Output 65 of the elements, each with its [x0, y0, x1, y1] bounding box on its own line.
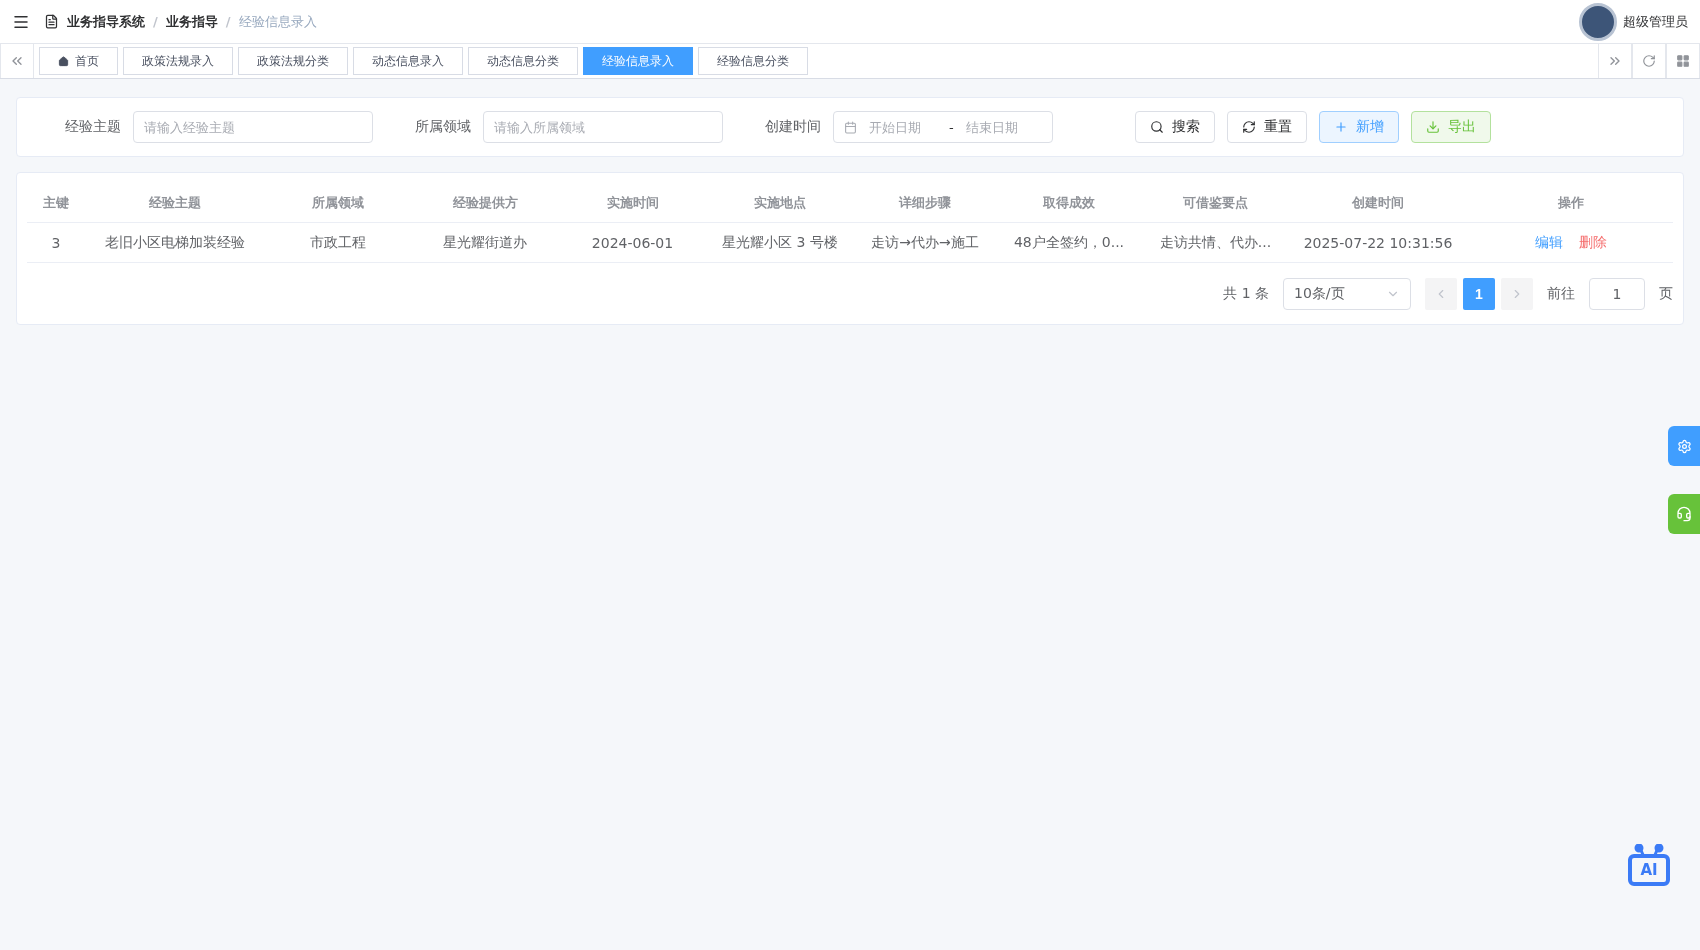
page-tab[interactable]: 动态信息录入 [353, 47, 463, 75]
table-cell: 2025-07-22 10:31:56 [1288, 223, 1468, 263]
goto-page-field[interactable]: 1 [1589, 278, 1645, 310]
table-cell: 走访→代办→施工 [855, 223, 995, 263]
table-cell: 走访共情、代办... [1143, 223, 1288, 263]
range-separator: - [949, 119, 954, 135]
input-field[interactable]: 请输入经验主题 [133, 111, 373, 143]
page-tab[interactable]: 首页 [39, 47, 118, 75]
plus-icon [1334, 120, 1348, 134]
page-suffix: 页 [1659, 285, 1673, 303]
table-cell: 2024-06-01 [560, 223, 705, 263]
avatar[interactable] [1579, 2, 1617, 41]
column-header: 创建时间 [1288, 183, 1468, 223]
filter-label: 经验主题 [64, 118, 122, 136]
search-icon [1150, 120, 1164, 134]
home-icon [58, 55, 69, 67]
document-icon [44, 14, 59, 29]
scroll-left-button[interactable] [0, 44, 34, 78]
column-header: 实施地点 [705, 183, 855, 223]
page-tab[interactable]: 经验信息分类 [698, 47, 808, 75]
prev-page-button[interactable] [1425, 278, 1457, 310]
total-count: 共 1 条 [1223, 285, 1269, 303]
table-cell: 市政工程 [265, 223, 410, 263]
column-header: 实施时间 [560, 183, 705, 223]
grid-icon [1676, 54, 1690, 68]
refresh-icon [1642, 54, 1656, 68]
gear-icon [1676, 438, 1692, 454]
column-header: 所属领域 [265, 183, 410, 223]
refresh-button[interactable] [1632, 44, 1666, 78]
table-cell: 3 [27, 223, 85, 263]
breadcrumb-separator: / [153, 14, 158, 29]
table-cell: 48户全签约，0... [995, 223, 1143, 263]
table-cell: 老旧小区电梯加装经验 [85, 223, 265, 263]
column-header: 主键 [27, 183, 85, 223]
grid-menu-button[interactable] [1666, 44, 1700, 78]
support-button[interactable] [1668, 494, 1700, 534]
table-cell: 星光耀街道办 [410, 223, 560, 263]
column-header: 详细步骤 [855, 183, 995, 223]
filter-label: 创建时间 [764, 118, 822, 136]
next-page-button[interactable] [1501, 278, 1533, 310]
column-header: 经验提供方 [410, 183, 560, 223]
breadcrumb-item: 经验信息录入 [238, 12, 317, 31]
goto-label: 前往 [1547, 285, 1575, 303]
download-icon [1426, 120, 1440, 134]
breadcrumb-item[interactable]: 业务指导 [165, 12, 218, 31]
page-tab[interactable]: 动态信息分类 [468, 47, 578, 75]
input-field[interactable]: 请输入所属领域 [483, 111, 723, 143]
page-size-select[interactable]: 10条/页 [1283, 278, 1411, 310]
page-tab[interactable]: 政策法规分类 [238, 47, 348, 75]
breadcrumb-item[interactable]: 业务指导系统 [67, 12, 145, 31]
settings-button[interactable] [1668, 426, 1700, 466]
column-header: 取得成效 [995, 183, 1143, 223]
page-tab[interactable]: 政策法规录入 [123, 47, 233, 75]
breadcrumb-separator: / [225, 14, 231, 29]
search-button[interactable]: 搜索 [1135, 111, 1215, 143]
headset-icon [1676, 506, 1692, 522]
column-header: 可借鉴要点 [1143, 183, 1288, 223]
filter-label: 所属领域 [414, 118, 472, 136]
user-name[interactable]: 超级管理员 [1623, 12, 1688, 31]
refresh-icon [1242, 120, 1256, 134]
column-header: 操作 [1468, 183, 1673, 223]
column-header: 经验主题 [85, 183, 265, 223]
calendar-icon [844, 120, 857, 134]
table-cell: 星光耀小区 3 号楼 [705, 223, 855, 263]
reset-button[interactable]: 重置 [1227, 111, 1307, 143]
